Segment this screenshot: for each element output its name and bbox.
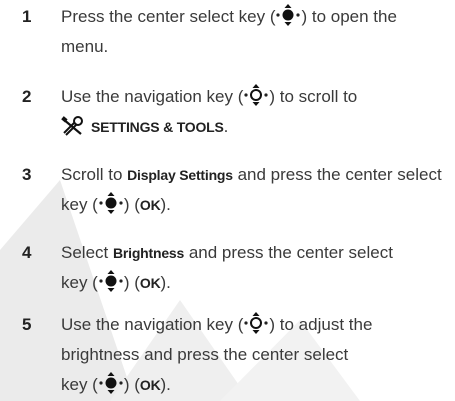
center-select-key-icon	[99, 192, 123, 214]
softkey-keyword: OK	[139, 377, 161, 393]
center-select-key-icon	[99, 372, 123, 394]
center-select-key-icon	[99, 270, 123, 292]
navigation-key-icon	[244, 312, 268, 334]
navigation-key-icon	[244, 84, 268, 106]
step-number: 2	[22, 87, 32, 106]
step-text: Scroll to Display Settings and press the…	[61, 165, 442, 214]
step-number: 3	[22, 165, 32, 184]
menu-keyword: Display Settings	[127, 167, 233, 183]
menu-keyword: SETTINGS & TOOLS	[91, 119, 224, 135]
center-select-key-icon	[276, 4, 301, 26]
step-number: 1	[22, 7, 32, 26]
step-text: Press the center select key ( ) to open …	[61, 2, 451, 62]
menu-keyword: Brightness	[112, 245, 185, 261]
step-number: 4	[22, 243, 32, 262]
step-text: Use the navigation key ( ) to scroll to …	[61, 82, 451, 142]
step-text: Select Brightness and press the center s…	[61, 243, 393, 292]
step-text: Use the navigation key ( ) to adjust the…	[61, 310, 451, 400]
softkey-keyword: OK	[139, 275, 161, 291]
softkey-keyword: OK	[139, 197, 161, 213]
step-number: 5	[22, 315, 32, 334]
settings-tools-icon	[61, 116, 83, 136]
